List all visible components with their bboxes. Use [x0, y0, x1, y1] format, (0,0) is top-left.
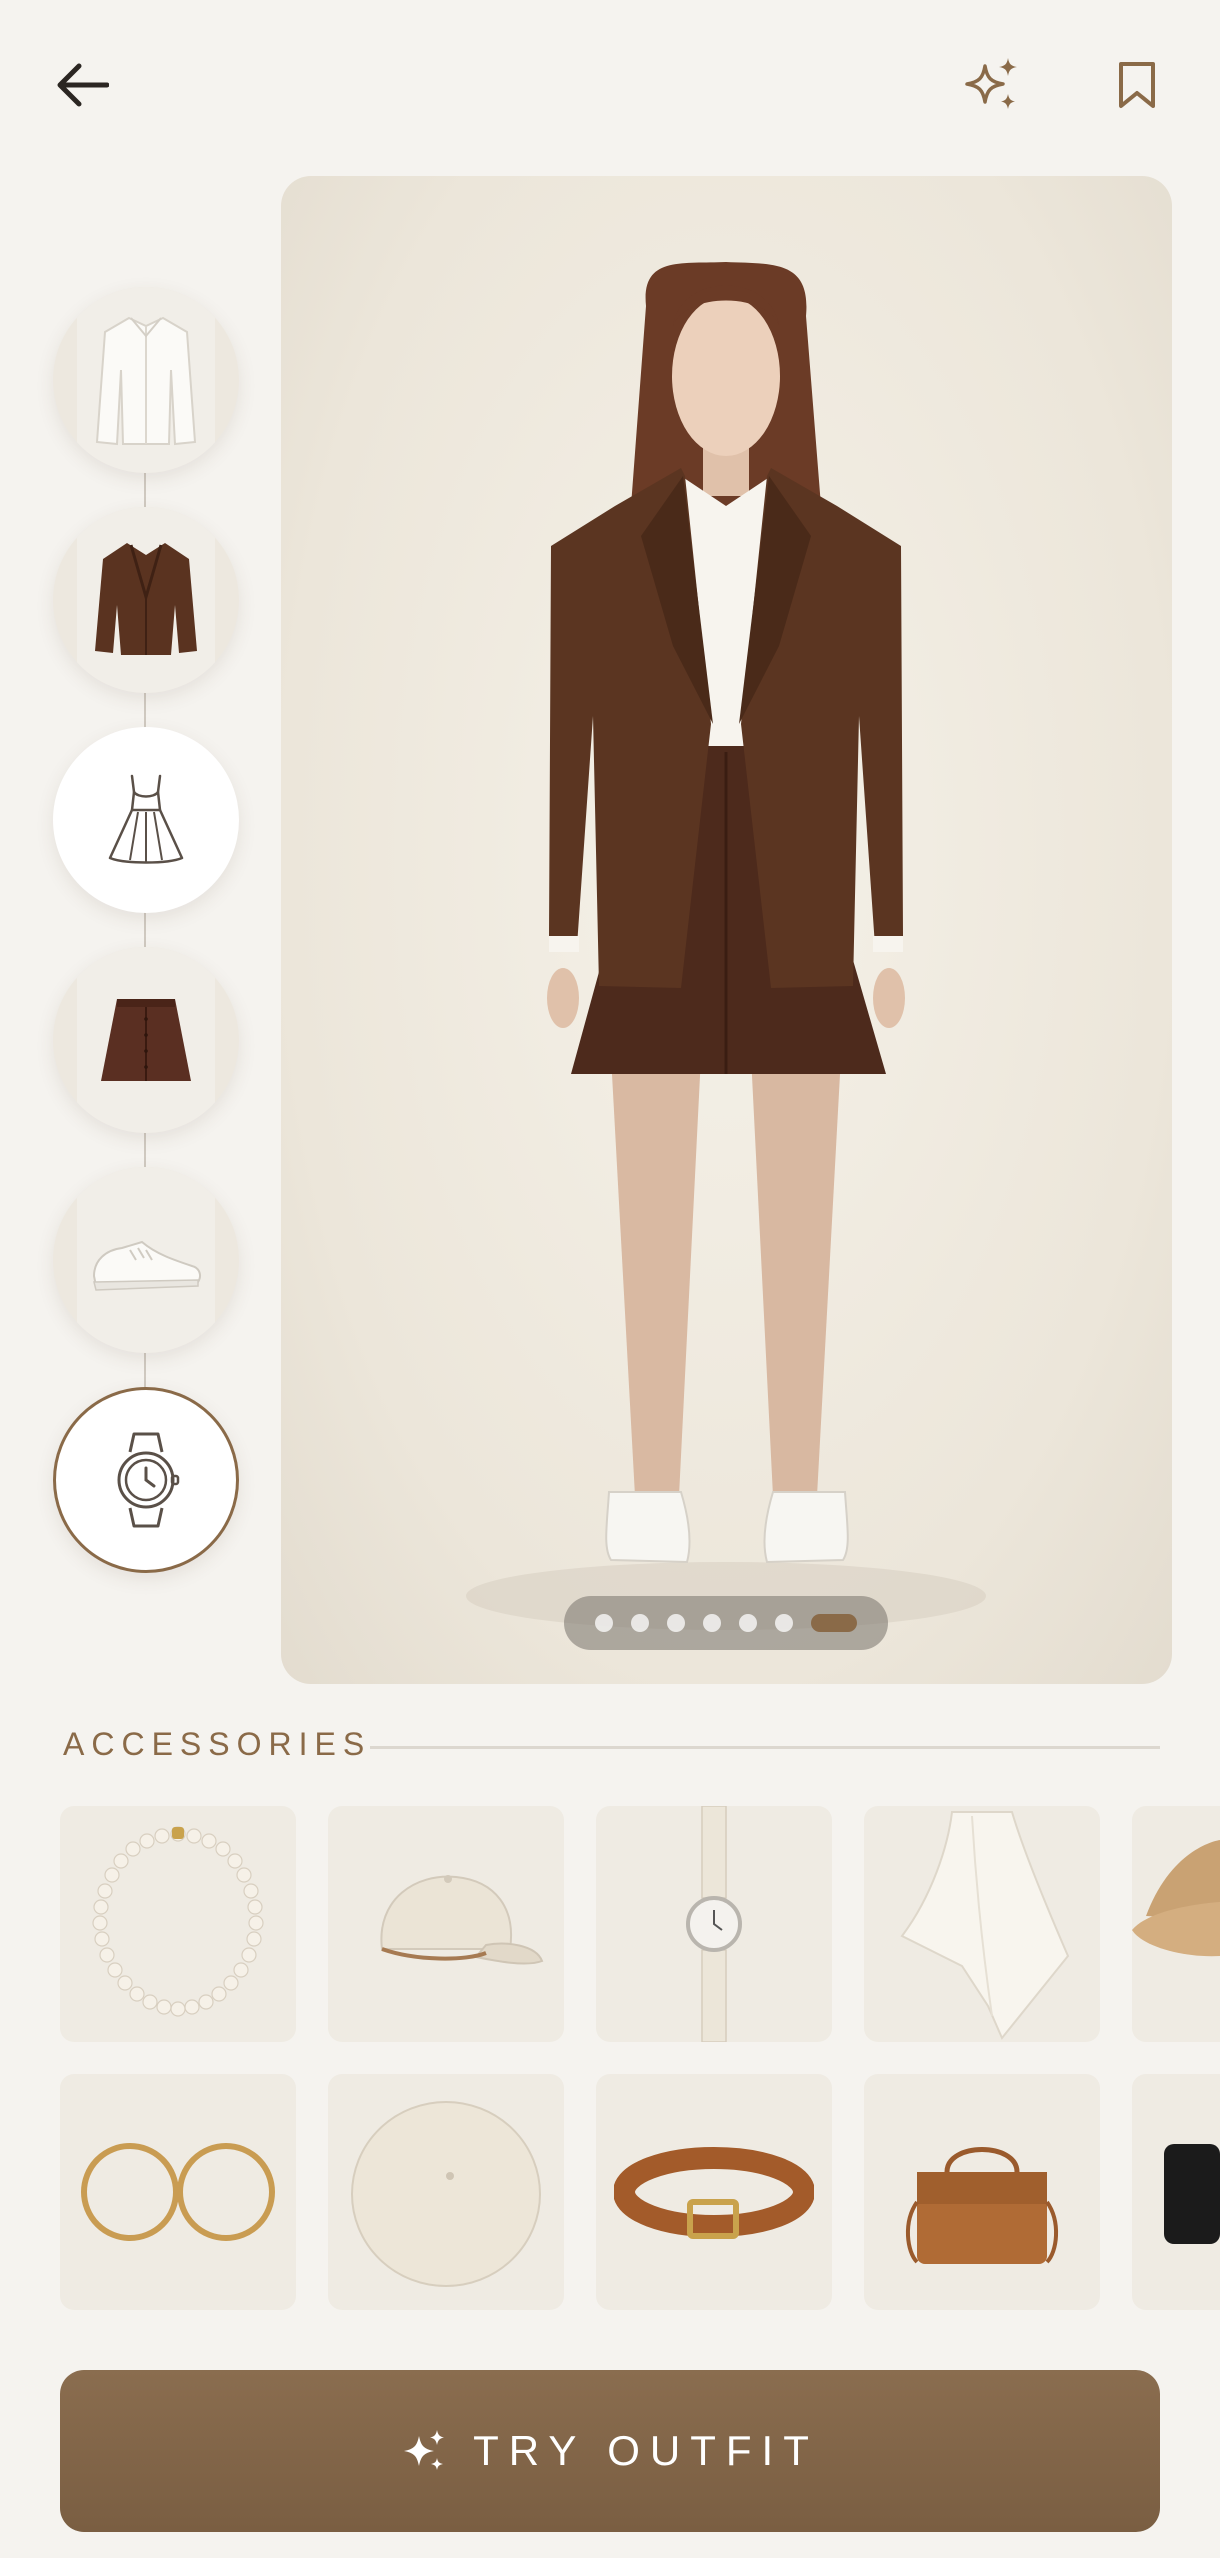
- try-outfit-label: TRY OUTFIT: [473, 2427, 819, 2474]
- tan-handbag-image: [905, 2147, 1059, 2264]
- brown-belt-image: [614, 2147, 814, 2239]
- slot-watch[interactable]: [53, 1387, 239, 1573]
- accessory-tan-handbag[interactable]: [864, 2074, 1100, 2310]
- section-divider: [370, 1746, 1160, 1749]
- white-shirt-image: [95, 316, 197, 446]
- cream-cap-image: [380, 1875, 544, 1965]
- ai-sparkle-button[interactable]: [962, 55, 1022, 115]
- white-scarf-image: [900, 1811, 1070, 2040]
- bookmark-icon: [1119, 62, 1155, 108]
- accessory-cream-watch[interactable]: [596, 1806, 832, 2042]
- back-button[interactable]: [52, 55, 112, 115]
- accessory-white-scarf[interactable]: [864, 1806, 1100, 2042]
- outfit-preview-image[interactable]: [281, 176, 1172, 1684]
- accessory-gold-hoops[interactable]: [60, 2074, 296, 2310]
- accessory-straw-hat[interactable]: [1132, 1806, 1220, 2042]
- pagination-dot[interactable]: [595, 1614, 613, 1632]
- cream-beret-image: [351, 2101, 541, 2287]
- accessory-brown-belt[interactable]: [596, 2074, 832, 2310]
- dress-outline-icon: [108, 774, 184, 864]
- accessories-title: ACCESSORIES: [63, 1726, 372, 1762]
- pagination-dot-active[interactable]: [811, 1614, 857, 1632]
- accessory-cream-cap[interactable]: [328, 1806, 564, 2042]
- brown-blazer-image: [95, 543, 197, 655]
- pearl-necklace-image: [92, 1826, 264, 2017]
- gold-hoop-earrings-image: [81, 2143, 275, 2241]
- arrow-left-icon: [57, 63, 109, 107]
- pagination-dot[interactable]: [631, 1614, 649, 1632]
- bookmark-button[interactable]: [1107, 55, 1167, 115]
- slot-blazer[interactable]: [53, 507, 239, 693]
- pagination-dot[interactable]: [667, 1614, 685, 1632]
- pagination-dot[interactable]: [775, 1614, 793, 1632]
- watch-outline-icon: [117, 1432, 180, 1528]
- white-sneaker-image: [92, 1240, 201, 1291]
- slot-shirt[interactable]: [53, 287, 239, 473]
- sparkle-icon: [404, 2430, 445, 2470]
- try-outfit-button[interactable]: TRY OUTFIT: [60, 2370, 1160, 2532]
- slot-skirt[interactable]: [53, 947, 239, 1133]
- slot-dress[interactable]: [53, 727, 239, 913]
- accessory-cream-beret[interactable]: [328, 2074, 564, 2310]
- cream-watch-image: [686, 1806, 742, 2042]
- accessory-black-bag[interactable]: [1132, 2074, 1220, 2310]
- accessory-pearl-necklace[interactable]: [60, 1806, 296, 2042]
- black-bag-image: [1164, 2144, 1220, 2244]
- pagination-dot[interactable]: [739, 1614, 757, 1632]
- model-full-outfit-photo: [466, 262, 986, 1630]
- brown-skirt-image: [101, 999, 191, 1081]
- preview-pagination: [564, 1596, 888, 1650]
- slot-sneakers[interactable]: [53, 1167, 239, 1353]
- sparkle-icon: [965, 58, 1017, 109]
- pagination-dot[interactable]: [703, 1614, 721, 1632]
- straw-hat-image: [1132, 1840, 1220, 1957]
